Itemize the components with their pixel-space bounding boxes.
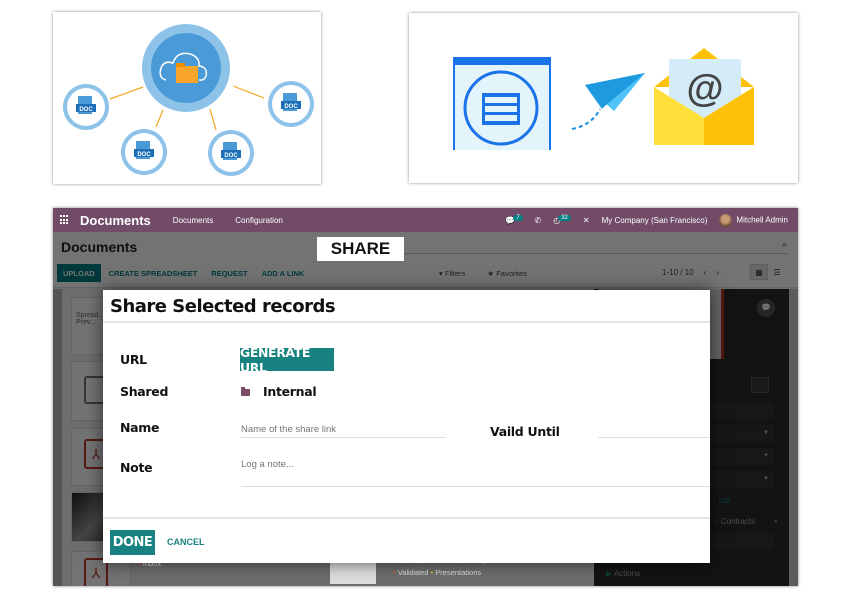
- doc-node-3: DOC: [208, 130, 254, 176]
- dialog-title: Share Selected records: [110, 296, 336, 317]
- envelope-icon: @: [654, 48, 754, 145]
- tag-presentations: Presentations: [435, 568, 482, 577]
- svg-text:@: @: [686, 68, 723, 110]
- messages-badge: 7: [513, 214, 523, 221]
- nav-documents[interactable]: Documents: [173, 216, 213, 225]
- doc-node-1: DOC: [63, 84, 109, 130]
- activity-button[interactable]: ◴32: [553, 214, 571, 225]
- done-button[interactable]: DONE: [110, 530, 155, 555]
- nav-configuration[interactable]: Configuration: [235, 216, 283, 225]
- avatar: [719, 213, 733, 227]
- share-button[interactable]: SHARE: [317, 237, 404, 261]
- shared-label: Shared: [120, 384, 169, 399]
- note-label: Note: [120, 460, 153, 475]
- phone-icon[interactable]: ✆: [535, 216, 542, 225]
- cancel-button[interactable]: CANCEL: [167, 537, 205, 547]
- email-graphic: @: [453, 48, 754, 150]
- name-label: Name: [120, 420, 160, 435]
- shared-value: Internal: [263, 384, 317, 399]
- header-divider: [103, 321, 710, 323]
- app-menu-icon[interactable]: [60, 215, 70, 225]
- cloud-network-graphic: DOC DOC DOC DOC: [63, 24, 314, 176]
- folder-icon: [176, 63, 198, 83]
- svg-text:DOC: DOC: [224, 153, 238, 159]
- valid-until-label: Vaild Until: [490, 424, 560, 439]
- generate-url-button[interactable]: GENERATE URL: [240, 345, 334, 375]
- tag-validated: Validated: [397, 568, 429, 577]
- form-window-icon: [453, 57, 551, 150]
- status-tags: • Validated • Presentations: [393, 568, 481, 577]
- tools-icon[interactable]: ✕: [583, 216, 590, 225]
- url-label: URL: [120, 352, 147, 367]
- folder-icon: [241, 387, 250, 396]
- dashed-trail: [571, 108, 601, 130]
- user-menu[interactable]: Mitchell Admin: [719, 213, 788, 227]
- user-name: Mitchell Admin: [736, 215, 788, 225]
- share-dialog: Share Selected records URL GENERATE URL …: [103, 290, 710, 563]
- paper-plane-icon: [585, 73, 645, 111]
- cloud-share-illustration: DOC DOC DOC DOC: [53, 12, 321, 184]
- svg-text:DOC: DOC: [79, 107, 93, 113]
- email-send-illustration: @: [409, 13, 798, 183]
- doc-node-2: DOC: [121, 129, 167, 175]
- app-brand[interactable]: Documents: [80, 213, 151, 228]
- messages-button[interactable]: 💬7: [505, 214, 523, 225]
- top-navbar: Documents Documents Configuration 💬7 ✆ ◴…: [53, 208, 798, 232]
- svg-text:DOC: DOC: [137, 152, 151, 158]
- note-textarea[interactable]: [241, 459, 710, 487]
- company-switcher[interactable]: My Company (San Francisco): [602, 216, 708, 225]
- footer-divider: [103, 517, 710, 519]
- svg-text:DOC: DOC: [284, 104, 298, 110]
- valid-until-input[interactable]: [598, 421, 710, 438]
- name-input[interactable]: [241, 421, 446, 438]
- dot-icon: •: [430, 568, 434, 577]
- doc-node-4: DOC: [268, 81, 314, 127]
- activity-badge: 32: [558, 214, 571, 221]
- dot-icon: •: [393, 568, 396, 577]
